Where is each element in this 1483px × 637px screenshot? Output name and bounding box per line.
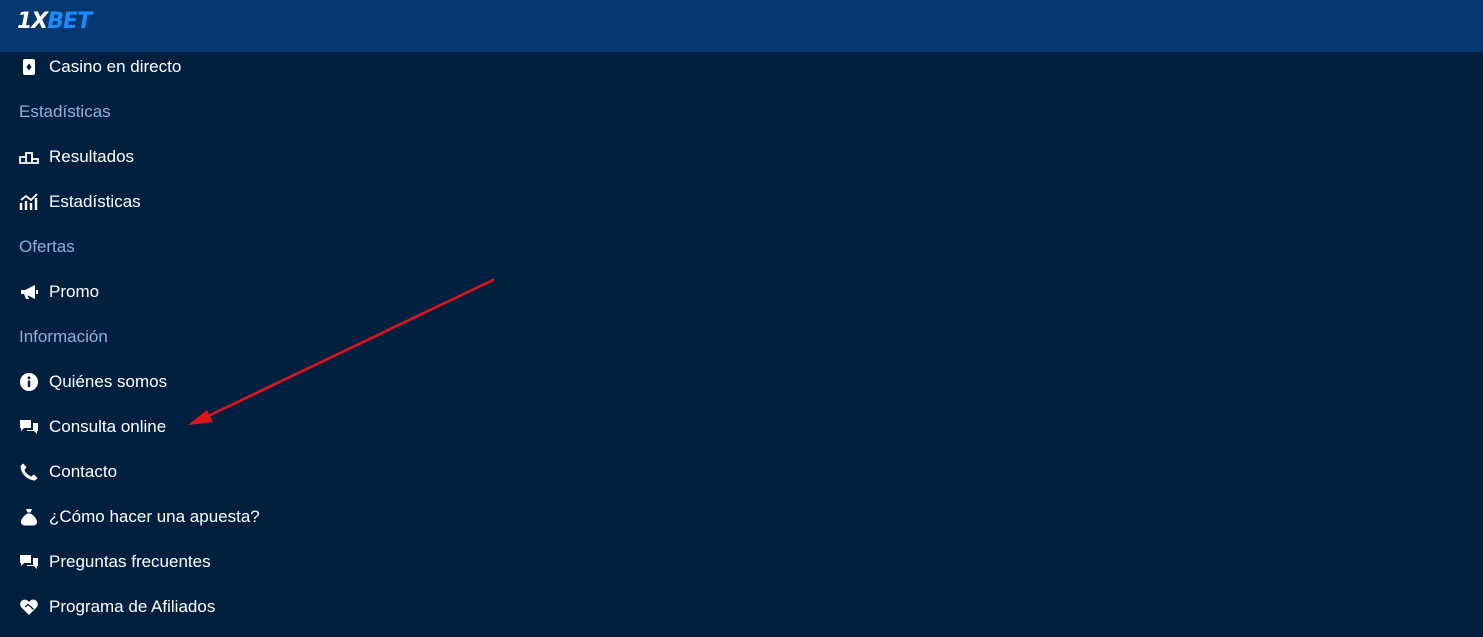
menu-item-statistics[interactable]: Estadísticas [0,179,700,224]
menu-item-online-consult[interactable]: Consulta online [0,404,700,449]
menu-item-label: Estadísticas [49,191,141,211]
menu-item-label: Preguntas frecuentes [49,551,211,571]
menu-item-label: Promo [49,281,100,301]
menu-item-casino-live[interactable]: Casino en directo [0,44,700,89]
section-heading-label: Estadísticas [19,101,111,121]
menu-item-label: Programa de Afiliados [49,596,216,616]
section-heading-stats: Estadísticas [0,89,700,134]
menu-item-label: Quiénes somos [49,371,168,391]
phone-icon [19,462,39,482]
menu-item-label: Casino en directo [49,56,182,76]
menu-item-how-to-bet[interactable]: ¿Cómo hacer una apuesta? [0,494,700,539]
logo-1xbet[interactable]: 1XBET [17,8,92,36]
podium-icon [19,147,39,167]
money-bag-icon [19,507,39,527]
menu-item-results[interactable]: Resultados [0,134,700,179]
menu-item-affiliates[interactable]: Programa de Afiliados [0,584,700,629]
handshake-heart-icon [19,597,39,617]
chat-bubbles-icon [19,552,39,572]
section-heading-offers: Ofertas [0,224,700,269]
menu-item-label: Contacto [49,461,118,481]
casino-card-icon [19,57,39,77]
menu-item-label: Resultados [49,146,135,166]
logo-text-1x: 1X [17,9,48,34]
menu-item-label: Consulta online [49,416,167,436]
menu-item-contact[interactable]: Contacto [0,449,700,494]
menu-item-about[interactable]: Quiénes somos [0,359,700,404]
menu-item-faq[interactable]: Preguntas frecuentes [0,539,700,584]
info-circle-icon [19,372,39,392]
side-menu: Casino en directo Estadísticas Resultado… [0,44,1483,629]
megaphone-icon [19,282,39,302]
chat-bubbles-icon [19,417,39,437]
logo-text-bet: BET [47,9,92,34]
stats-chart-icon [19,192,39,212]
section-heading-label: Información [19,326,108,346]
menu-item-label: ¿Cómo hacer una apuesta? [49,506,260,526]
menu-item-promo[interactable]: Promo [0,269,700,314]
section-heading-label: Ofertas [19,236,75,256]
section-heading-info: Información [0,314,700,359]
